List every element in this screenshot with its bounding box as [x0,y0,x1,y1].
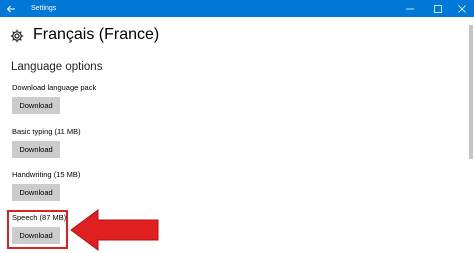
page-title: Français (France) [33,26,160,43]
download-basic-typing-button[interactable]: Download [12,141,60,158]
red-arrow-icon [70,209,159,251]
scrollbar[interactable] [469,25,473,159]
download-language-pack-button[interactable]: Download [12,97,60,114]
option-language-pack: Download language pack Download [12,83,96,114]
title-bar: Settings [0,0,474,17]
minimize-button[interactable] [396,0,424,17]
option-handwriting: Handwriting (15 MB) Download [12,170,80,201]
back-button[interactable] [0,0,22,17]
back-arrow-icon [6,5,15,12]
maximize-button[interactable] [424,0,452,17]
minimize-icon [406,8,414,9]
highlight-box [7,210,68,249]
option-label: Basic typing (11 MB) [12,127,81,136]
option-label: Handwriting (15 MB) [12,170,81,179]
gear-icon [10,29,24,43]
maximize-icon [434,4,442,13]
download-handwriting-button[interactable]: Download [12,184,60,201]
option-label: Download language pack [12,83,97,92]
section-title: Language options [11,61,103,73]
app-title: Settings [31,5,57,12]
close-button[interactable] [450,0,474,17]
option-basic-typing: Basic typing (11 MB) Download [12,127,81,158]
close-icon [458,4,466,13]
